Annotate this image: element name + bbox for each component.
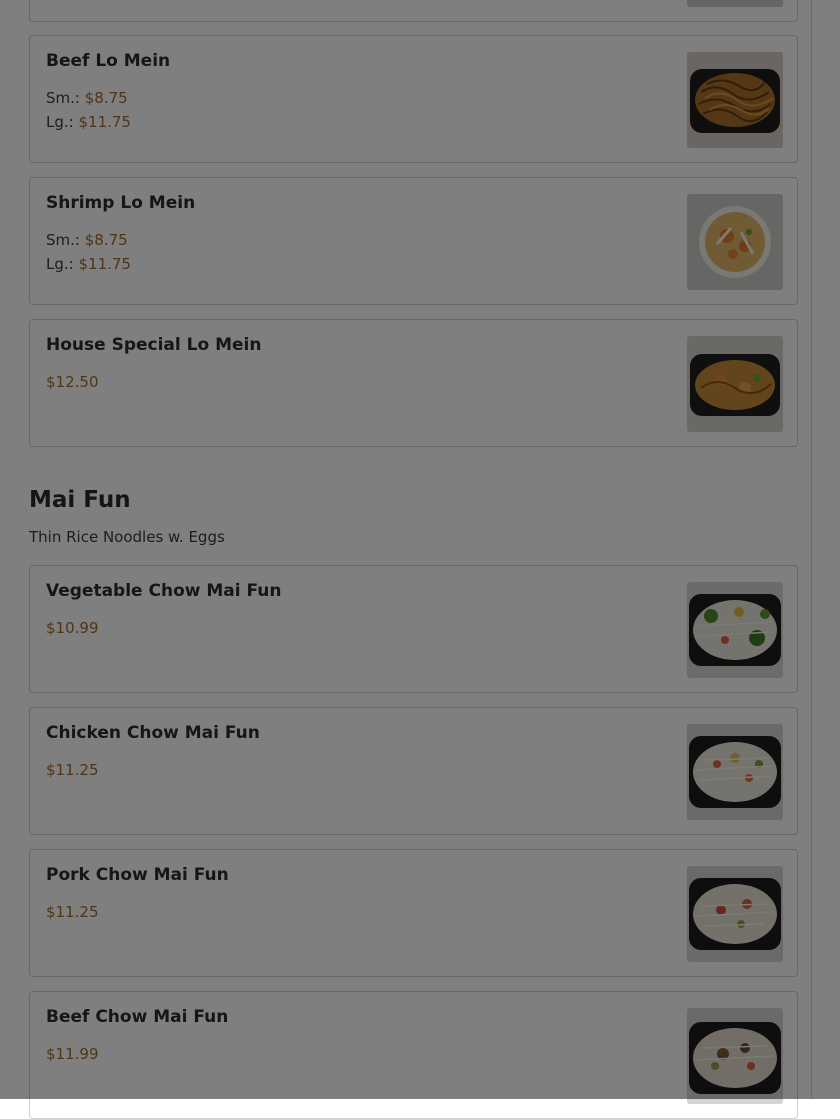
modal-backdrop[interactable] <box>0 0 840 1099</box>
